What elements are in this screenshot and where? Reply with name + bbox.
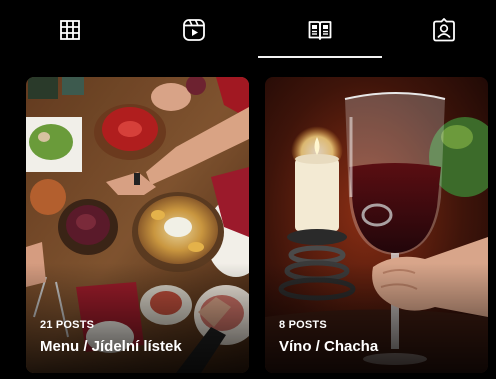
card-gradient xyxy=(265,263,488,373)
guide-title: Menu / Jídelní lístek xyxy=(40,338,182,355)
guide-card-menu[interactable]: 21 POSTS Menu / Jídelní lístek xyxy=(26,77,249,373)
active-tab-indicator xyxy=(258,56,382,58)
reels-icon xyxy=(183,19,205,41)
profile-tab-bar xyxy=(0,0,496,60)
guides-icon xyxy=(308,21,332,40)
tab-guides[interactable] xyxy=(258,6,382,54)
grid-icon xyxy=(60,20,80,40)
guide-post-count: 8 POSTS xyxy=(279,319,327,331)
tab-tagged[interactable] xyxy=(382,6,496,54)
guide-post-count: 21 POSTS xyxy=(40,319,95,331)
guide-title: Víno / Chacha xyxy=(279,338,379,355)
tab-grid[interactable] xyxy=(8,6,132,54)
guide-card-wine[interactable]: 8 POSTS Víno / Chacha xyxy=(265,77,488,373)
card-gradient xyxy=(26,263,249,373)
tab-reels[interactable] xyxy=(132,6,256,54)
tagged-icon xyxy=(433,18,455,42)
